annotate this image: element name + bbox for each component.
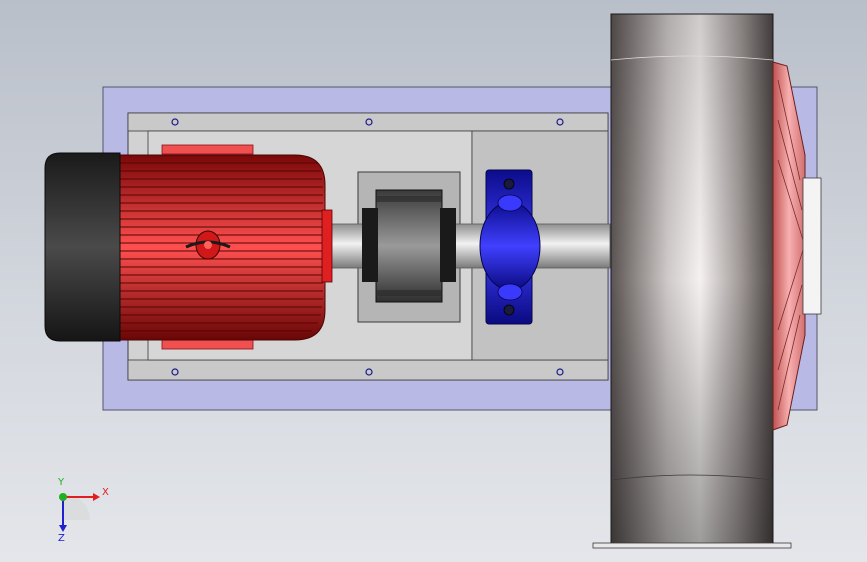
drive-shaft[interactable] (317, 223, 611, 269)
electric-motor[interactable] (115, 154, 333, 341)
inlet-duct-stub (802, 177, 822, 315)
triad-y-axis (59, 493, 67, 501)
motor-foot-bottom (161, 339, 254, 350)
blower-housing[interactable] (592, 13, 792, 549)
pillow-block-bearing[interactable] (479, 169, 541, 325)
blower-assembly-model[interactable] (0, 0, 867, 562)
view-triad[interactable] (59, 493, 100, 532)
triad-y-label: Y (58, 477, 65, 488)
motor-foot-top (161, 144, 254, 155)
bearing-bolt-top (503, 178, 515, 190)
motor-body (115, 154, 326, 341)
graphics-viewport[interactable]: X Y Z (0, 0, 867, 562)
shaft-coupling[interactable] (362, 189, 456, 303)
blower-stand-foot (592, 542, 792, 549)
triad-x-label: X (102, 487, 109, 498)
frame-inner-rail-top (127, 112, 609, 132)
motor-shaft-flange (321, 209, 333, 283)
frame-inner-rail-bottom (127, 359, 609, 381)
triad-z-label: Z (58, 533, 65, 544)
bearing-bolt-bottom (503, 304, 515, 316)
motor-end-cap[interactable] (44, 152, 121, 342)
